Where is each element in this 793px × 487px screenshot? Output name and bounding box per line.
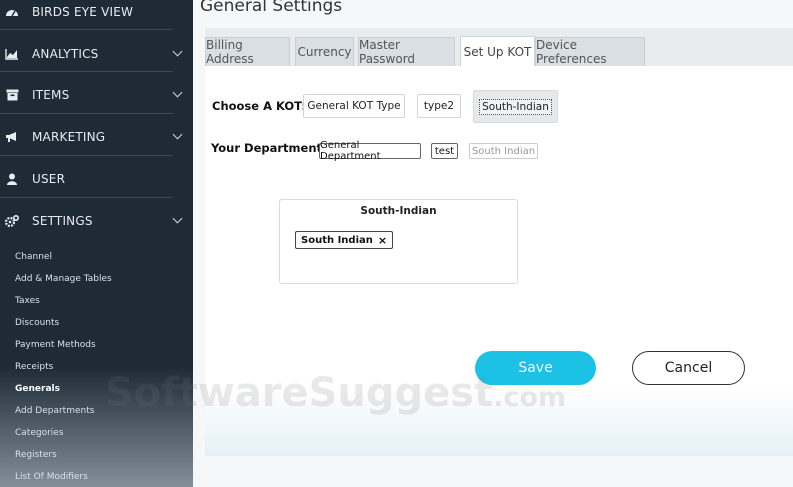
tab-billing-address[interactable]: Billing Address: [205, 37, 290, 66]
settings-subitem-receipts[interactable]: Receipts: [15, 360, 53, 374]
nav-settings[interactable]: SETTINGS: [0, 201, 193, 241]
chevron-down-icon: [172, 87, 183, 98]
settings-subitem-tables[interactable]: Add & Manage Tables: [15, 272, 112, 286]
sidebar: BIRDS EYE VIEW ANALYTICS ITEMS MARKETING…: [0, 0, 193, 487]
settings-subitem-taxes[interactable]: Taxes: [15, 294, 40, 308]
chevron-down-icon: [172, 46, 183, 57]
divider: [0, 71, 173, 72]
nav-marketing[interactable]: MARKETING: [0, 117, 193, 157]
nav-label: USER: [32, 172, 66, 186]
kot-option-general[interactable]: General KOT Type: [303, 94, 405, 118]
user-icon: [5, 172, 19, 186]
chevron-down-icon: [172, 213, 183, 224]
settings-subitem-generals[interactable]: Generals: [15, 382, 60, 396]
settings-subitem-discounts[interactable]: Discounts: [15, 316, 59, 330]
tab-master-password[interactable]: Master Password: [358, 37, 455, 66]
nav-label: SETTINGS: [32, 214, 93, 228]
nav-analytics[interactable]: ANALYTICS: [0, 34, 193, 74]
nav-label: ANALYTICS: [32, 47, 99, 61]
settings-subitem-categories[interactable]: Categories: [15, 426, 64, 440]
nav-label: MARKETING: [32, 130, 106, 144]
tag-label: South Indian: [301, 234, 373, 246]
save-button[interactable]: Save: [475, 351, 596, 385]
main-content: General Settings Billing Address Currenc…: [193, 0, 793, 487]
remove-tag-icon[interactable]: ×: [378, 234, 387, 247]
nav-user[interactable]: USER: [0, 159, 193, 199]
box-icon: [5, 88, 19, 102]
tab-currency[interactable]: Currency: [295, 37, 354, 66]
settings-subitem-add-departments[interactable]: Add Departments: [15, 404, 94, 418]
department-general[interactable]: General Department: [319, 140, 421, 162]
tab-set-up-kot[interactable]: Set Up KOT: [460, 36, 535, 66]
nav-label: BIRDS EYE VIEW: [32, 5, 134, 19]
divider: [0, 29, 173, 30]
settings-subitem-payment-methods[interactable]: Payment Methods: [15, 338, 96, 352]
nav-label: ITEMS: [32, 88, 70, 102]
kot-panel: Choose A KOT: General KOT Type type2 Sou…: [205, 66, 793, 456]
settings-subitem-channel[interactable]: Channel: [15, 250, 52, 264]
divider: [0, 155, 173, 156]
department-south-indian: South Indian: [469, 143, 538, 159]
kot-option-south-indian[interactable]: South-Indian: [473, 90, 558, 123]
tabs-bar: Billing Address Currency Master Password…: [205, 28, 793, 66]
card-title: South-Indian: [360, 205, 437, 217]
divider: [0, 113, 173, 114]
settings-subitem-registers[interactable]: Registers: [15, 448, 57, 462]
chart-icon: [5, 47, 19, 61]
kot-label: Choose A KOT:: [212, 99, 306, 113]
megaphone-icon: [5, 130, 19, 144]
cogs-icon: [5, 214, 19, 228]
kot-option-type2[interactable]: type2: [417, 94, 461, 118]
kot-option-label: South-Indian: [479, 98, 552, 115]
nav-items[interactable]: ITEMS: [0, 75, 193, 115]
nav-birds-eye-view[interactable]: BIRDS EYE VIEW: [0, 0, 193, 32]
settings-subitem-list-of-modifiers[interactable]: List Of Modifiers: [15, 470, 88, 484]
cancel-button[interactable]: Cancel: [632, 351, 745, 385]
page-title: General Settings: [200, 0, 343, 16]
department-tag: South Indian ×: [295, 231, 394, 249]
department-test[interactable]: test: [431, 143, 458, 159]
divider: [0, 197, 173, 198]
kot-department-card: South-Indian South Indian ×: [279, 199, 518, 284]
chevron-down-icon: [172, 129, 183, 140]
dashboard-icon: [5, 5, 19, 19]
tab-device-preferences[interactable]: Device Preferences: [535, 37, 645, 66]
